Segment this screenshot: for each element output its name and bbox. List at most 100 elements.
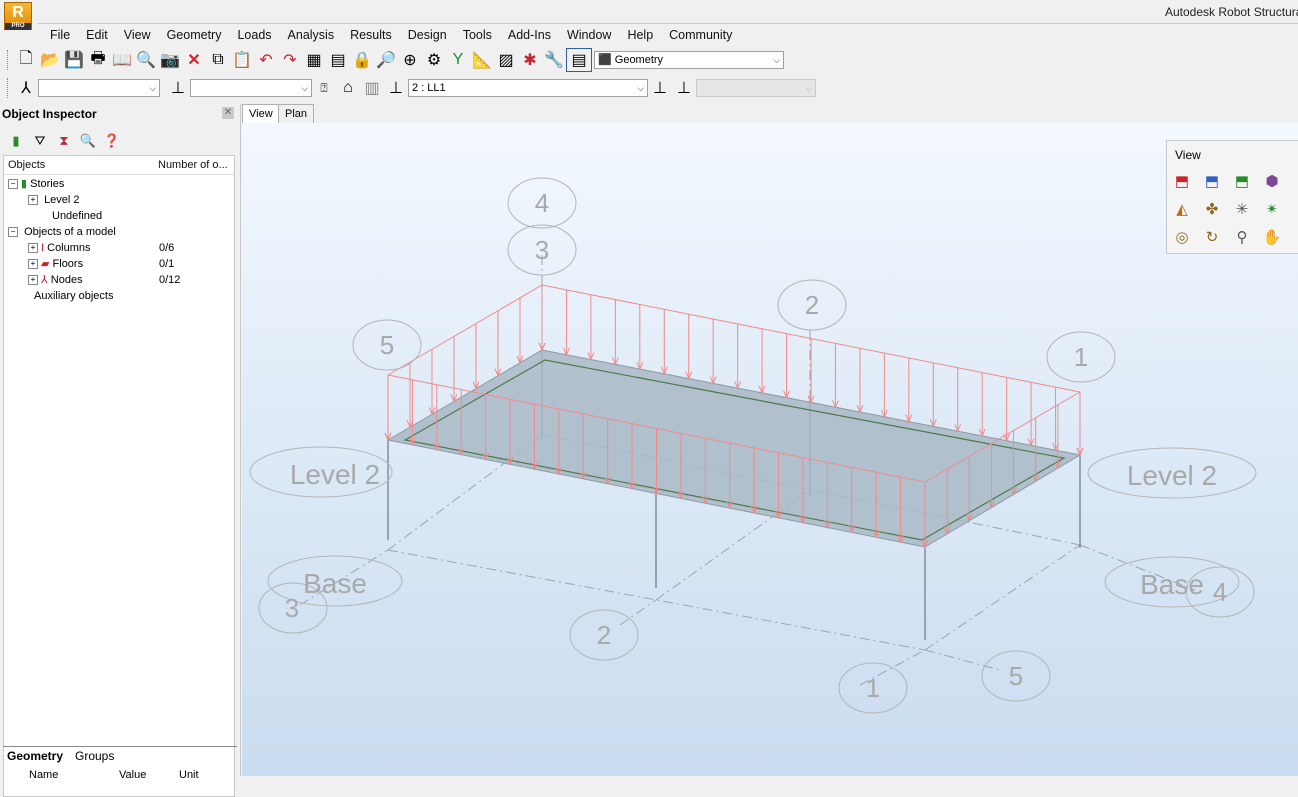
tree-item-floors[interactable]: + ▰ Floors	[28, 256, 83, 272]
menu-view[interactable]: View	[116, 26, 159, 46]
bar-section-select[interactable]: ⌵	[38, 79, 160, 97]
menu-tools[interactable]: Tools	[455, 26, 500, 46]
screen-capture-icon[interactable]: 📷	[158, 49, 182, 71]
undo-icon[interactable]: ↶	[254, 49, 278, 71]
grid-label-bottom-3: 3	[285, 593, 299, 623]
paste-icon[interactable]: 📋	[230, 49, 254, 71]
app-logo[interactable]: PRO R	[4, 2, 32, 30]
hourglass-icon[interactable]: ⧗	[54, 132, 74, 150]
save-icon[interactable]: 💾	[62, 49, 86, 71]
new-file-icon[interactable]: 🗋	[14, 49, 38, 71]
zoom-icon[interactable]: 🔎	[374, 49, 398, 71]
view-rotate-axis-icon[interactable]: ✴	[1261, 199, 1283, 221]
label-select[interactable]: ⌵	[190, 79, 312, 97]
tab-geometry[interactable]: Geometry	[7, 749, 63, 763]
expand-icon[interactable]: +	[28, 243, 38, 254]
view-xz-icon[interactable]: ⬒	[1171, 171, 1193, 193]
tab-groups[interactable]: Groups	[75, 749, 114, 763]
tables-icon[interactable]: ▤	[326, 49, 350, 71]
help-icon[interactable]: ❓	[102, 132, 122, 150]
load-display-icon[interactable]: ⊥	[648, 77, 672, 99]
view-persp-icon[interactable]: ✤	[1201, 199, 1223, 221]
delete-icon[interactable]: ✕	[182, 49, 206, 71]
view-palette: View ⬒ ⬒ ⬒ ⬢ ◭ ✤ ✳ ✴ ◎ ↻ ⚲ ✋	[1166, 140, 1298, 254]
copy-icon[interactable]: ⧉	[206, 49, 230, 71]
layout-icon[interactable]: ▤	[566, 48, 592, 72]
query-icon[interactable]: ⍰	[312, 77, 336, 99]
expand-icon[interactable]: +	[28, 275, 38, 286]
close-icon[interactable]: ✕	[222, 107, 234, 119]
measure-icon[interactable]: 📐	[470, 49, 494, 71]
model-drawing: 4 3 2 5 1 3 2 1 5 4 Level 2 Level 2 Base…	[249, 177, 1257, 714]
menu-loads[interactable]: Loads	[229, 26, 279, 46]
menu-window[interactable]: Window	[559, 26, 619, 46]
view-3d-icon[interactable]: ⬢	[1261, 171, 1283, 193]
redo-icon[interactable]: ↷	[278, 49, 302, 71]
floor-slab[interactable]	[386, 349, 1082, 548]
load-case-select[interactable]: 2 : LL1 ⌵	[408, 79, 648, 97]
tree-item-auxiliary[interactable]: Auxiliary objects	[34, 288, 113, 304]
model-viewport[interactable]: 4 3 2 5 1 3 2 1 5 4 Level 2 Level 2 Base…	[242, 123, 1298, 776]
menu-add-ins[interactable]: Add-Ins	[500, 26, 559, 46]
section-icon[interactable]: ▨	[494, 49, 518, 71]
print-preview-icon[interactable]: 📖	[110, 49, 134, 71]
zoom-dynamic-icon[interactable]: ⚲	[1231, 227, 1253, 249]
expand-icon[interactable]: +	[28, 259, 38, 270]
collapse-icon[interactable]: −	[8, 227, 18, 238]
toolbar-grip[interactable]	[7, 50, 11, 70]
pan-hand-icon[interactable]: ✋	[1261, 227, 1283, 249]
grid-label-bottom-5: 5	[1009, 661, 1023, 691]
calculator-icon[interactable]: ▦	[302, 49, 326, 71]
view-axis-icon[interactable]: ✳	[1231, 199, 1253, 221]
column-header-objects: Objects	[8, 159, 46, 171]
menu-results[interactable]: Results	[342, 26, 400, 46]
prop-col-value: Value	[119, 769, 147, 779]
tree-item-nodes[interactable]: + ⅄ Nodes	[28, 272, 83, 288]
tree-item-stories[interactable]: − ▮ Stories	[8, 176, 64, 192]
story-icon[interactable]: ▥	[360, 77, 384, 99]
rotate-3d-icon[interactable]: ◎	[1171, 227, 1193, 249]
tree-item-undefined[interactable]: Undefined	[52, 208, 102, 224]
load-selection-icon[interactable]: ⊥	[672, 77, 696, 99]
print-icon[interactable]: 🖶	[86, 49, 110, 71]
menu-geometry[interactable]: Geometry	[159, 26, 230, 46]
structure-icon[interactable]: ⚙	[422, 49, 446, 71]
tree-item-level-2[interactable]: + Level 2	[28, 192, 80, 208]
view-yz-icon[interactable]: ⬒	[1201, 171, 1223, 193]
stories-icon[interactable]: ▮	[6, 132, 26, 150]
filter-icon[interactable]: ⛛	[30, 132, 50, 150]
find-icon[interactable]: 🔍	[78, 132, 98, 150]
menu-edit[interactable]: Edit	[78, 26, 116, 46]
collapse-icon[interactable]: −	[8, 179, 18, 190]
grid-label-top-5: 5	[380, 330, 394, 360]
tree-item-columns[interactable]: + I Columns	[28, 240, 91, 256]
preview-icon[interactable]: 🔍	[134, 49, 158, 71]
view-axo-icon[interactable]: ◭	[1171, 199, 1193, 221]
expand-icon[interactable]: +	[28, 195, 38, 206]
load-case-icon[interactable]: ⊥	[384, 77, 408, 99]
menu-file[interactable]: File	[38, 26, 78, 46]
branch-icon[interactable]: Y	[446, 49, 470, 71]
menu-design[interactable]: Design	[400, 26, 455, 46]
bar-selection-icon[interactable]: ⊥	[166, 77, 190, 99]
zoom-window-icon[interactable]: ⊕	[398, 49, 422, 71]
logo-sub: PRO	[5, 23, 31, 30]
preferences-icon[interactable]: 🔧	[542, 49, 566, 71]
menu-help[interactable]: Help	[619, 26, 661, 46]
tree-item-objects-of-model[interactable]: − Objects of a model	[8, 224, 116, 240]
node-selection-icon[interactable]: ⅄	[14, 77, 38, 99]
tab-plan[interactable]: Plan	[278, 104, 315, 123]
layout-select[interactable]: ⬛ Geometry ⌵	[594, 51, 784, 69]
lock-icon[interactable]: 🔒	[350, 49, 374, 71]
view-xy-icon[interactable]: ⬒	[1231, 171, 1253, 193]
toolbar-grip[interactable]	[7, 78, 11, 98]
rotate-icon[interactable]: ↻	[1201, 227, 1223, 249]
logo-letter: R	[12, 4, 24, 21]
view-story-icon[interactable]: ⌂	[336, 77, 360, 99]
open-file-icon[interactable]: 📂	[38, 49, 62, 71]
tab-view[interactable]: View	[242, 104, 280, 123]
menu-community[interactable]: Community	[661, 26, 740, 46]
prop-col-unit: Unit	[179, 769, 199, 779]
model-icon[interactable]: ✱	[518, 49, 542, 71]
menu-analysis[interactable]: Analysis	[280, 26, 343, 46]
